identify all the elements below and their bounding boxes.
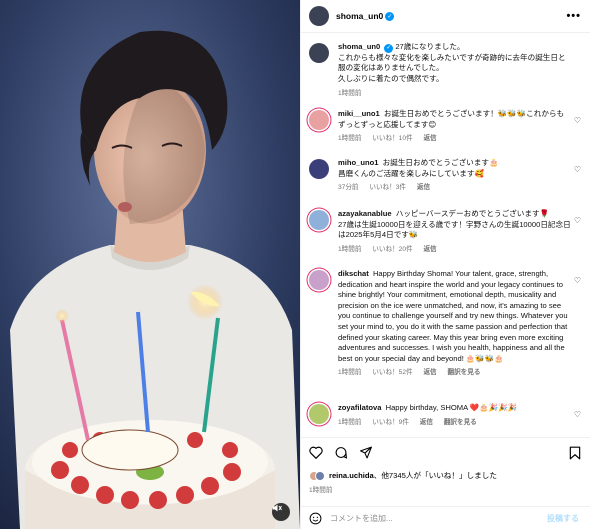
- author-avatar[interactable]: [309, 6, 329, 26]
- caption: shoma_un0 ✓ 27歳になりました。 これからも様々な変化を楽しみたいです…: [309, 42, 583, 99]
- comment: dikschat Happy Birthday Shoma! Your tale…: [309, 269, 583, 379]
- verified-icon: ✓: [385, 11, 395, 21]
- caption-time[interactable]: 1時間前: [338, 90, 361, 97]
- commenter-avatar[interactable]: [309, 404, 329, 424]
- comment-username[interactable]: azayakanablue: [338, 209, 392, 218]
- comment-username[interactable]: miki__uno1: [338, 109, 380, 118]
- comment-likes[interactable]: いいね！9件: [372, 419, 409, 426]
- comment-likes[interactable]: いいね！52件: [372, 369, 412, 376]
- caption-avatar[interactable]: [309, 43, 329, 63]
- translate-button[interactable]: 翻訳を見る: [447, 369, 480, 376]
- comment-username[interactable]: zoyafilatova: [338, 403, 381, 412]
- comment: azayakanablue ハッピーバースデーおめでとうございます🌹 27歳は生…: [309, 209, 583, 255]
- comment-time[interactable]: 1時間前: [338, 419, 361, 426]
- mute-button[interactable]: [272, 503, 290, 521]
- liker-username[interactable]: reina.uchida: [329, 471, 374, 480]
- reply-button[interactable]: 返信: [417, 184, 430, 191]
- translate-button[interactable]: 翻訳を見る: [444, 419, 477, 426]
- comment: miho_uno1 お誕生日おめでとうございます🎂 昌磨くんのご活躍を楽しみにし…: [309, 158, 583, 194]
- comment-time[interactable]: 1時間前: [338, 135, 361, 142]
- bookmark-icon[interactable]: [569, 446, 581, 460]
- reply-button[interactable]: 返信: [423, 246, 436, 253]
- comment: zoyafilatova Happy birthday, SHOMA ❤️🎂🎉🎉…: [309, 403, 583, 428]
- comment-time[interactable]: 37分前: [338, 184, 359, 191]
- reply-button[interactable]: 返信: [423, 369, 436, 376]
- comment-likes[interactable]: いいね！3件: [369, 184, 406, 191]
- comment-username[interactable]: miho_uno1: [338, 158, 379, 167]
- reply-button[interactable]: 返信: [423, 135, 436, 142]
- commenter-avatar[interactable]: [309, 110, 329, 130]
- heart-icon[interactable]: ♡: [574, 410, 581, 419]
- comments-list: shoma_un0 ✓ 27歳になりました。 これからも様々な変化を楽しみたいです…: [301, 33, 590, 437]
- comment-text: Happy Birthday Shoma! Your talent, grace…: [338, 269, 568, 363]
- mute-icon: [273, 504, 282, 512]
- heart-icon[interactable]: ♡: [574, 216, 581, 225]
- caption-username[interactable]: shoma_un0: [338, 42, 380, 51]
- comment-icon[interactable]: [334, 446, 348, 459]
- comment-composer: コメントを追加... 投稿する: [301, 506, 590, 529]
- post-video[interactable]: [0, 0, 300, 529]
- comment-text: Happy birthday, SHOMA ❤️🎂🎉🎉🎉: [385, 403, 518, 412]
- heart-icon[interactable]: ♡: [574, 116, 581, 125]
- commenter-avatar[interactable]: [309, 270, 329, 290]
- action-bar: reina.uchida 、他7345人が「いいね！」しました 1時間前 コメン…: [301, 437, 590, 529]
- post-time[interactable]: 1時間前: [309, 484, 332, 494]
- emoji-icon[interactable]: [309, 512, 322, 525]
- post-panel: shoma_un0 ✓ ••• shoma_un0 ✓ 27歳になりました。 これ…: [300, 0, 590, 529]
- comment-time[interactable]: 1時間前: [338, 369, 361, 376]
- likes-summary: reina.uchida 、他7345人が「いいね！」しました: [309, 470, 497, 481]
- liker-avatar: [315, 470, 325, 481]
- heart-icon[interactable]: [309, 446, 323, 459]
- commenter-avatar[interactable]: [309, 210, 329, 230]
- video-frame: [0, 0, 300, 529]
- comment-time[interactable]: 1時間前: [338, 246, 361, 253]
- heart-icon[interactable]: ♡: [574, 276, 581, 285]
- comment-likes[interactable]: いいね！10件: [372, 135, 412, 142]
- reply-button[interactable]: 返信: [420, 419, 433, 426]
- heart-icon[interactable]: ♡: [574, 165, 581, 174]
- commenter-avatar[interactable]: [309, 159, 329, 179]
- more-icon[interactable]: •••: [566, 10, 581, 22]
- comment: miki__uno1 お誕生日おめでとうございます！🐝🐝🐝これからもずっとずっと…: [309, 109, 583, 145]
- post-button[interactable]: 投稿する: [547, 513, 579, 524]
- comment-username[interactable]: dikschat: [338, 269, 369, 278]
- comment-input[interactable]: コメントを追加...: [330, 513, 547, 524]
- comment-likes[interactable]: いいね！20件: [372, 246, 412, 253]
- author-username[interactable]: shoma_un0: [336, 11, 383, 21]
- verified-icon: ✓: [384, 43, 394, 53]
- post-header: shoma_un0 ✓ •••: [301, 0, 590, 33]
- share-icon[interactable]: [359, 446, 373, 459]
- likes-count[interactable]: 、他7345人が「いいね！」しました: [374, 470, 497, 481]
